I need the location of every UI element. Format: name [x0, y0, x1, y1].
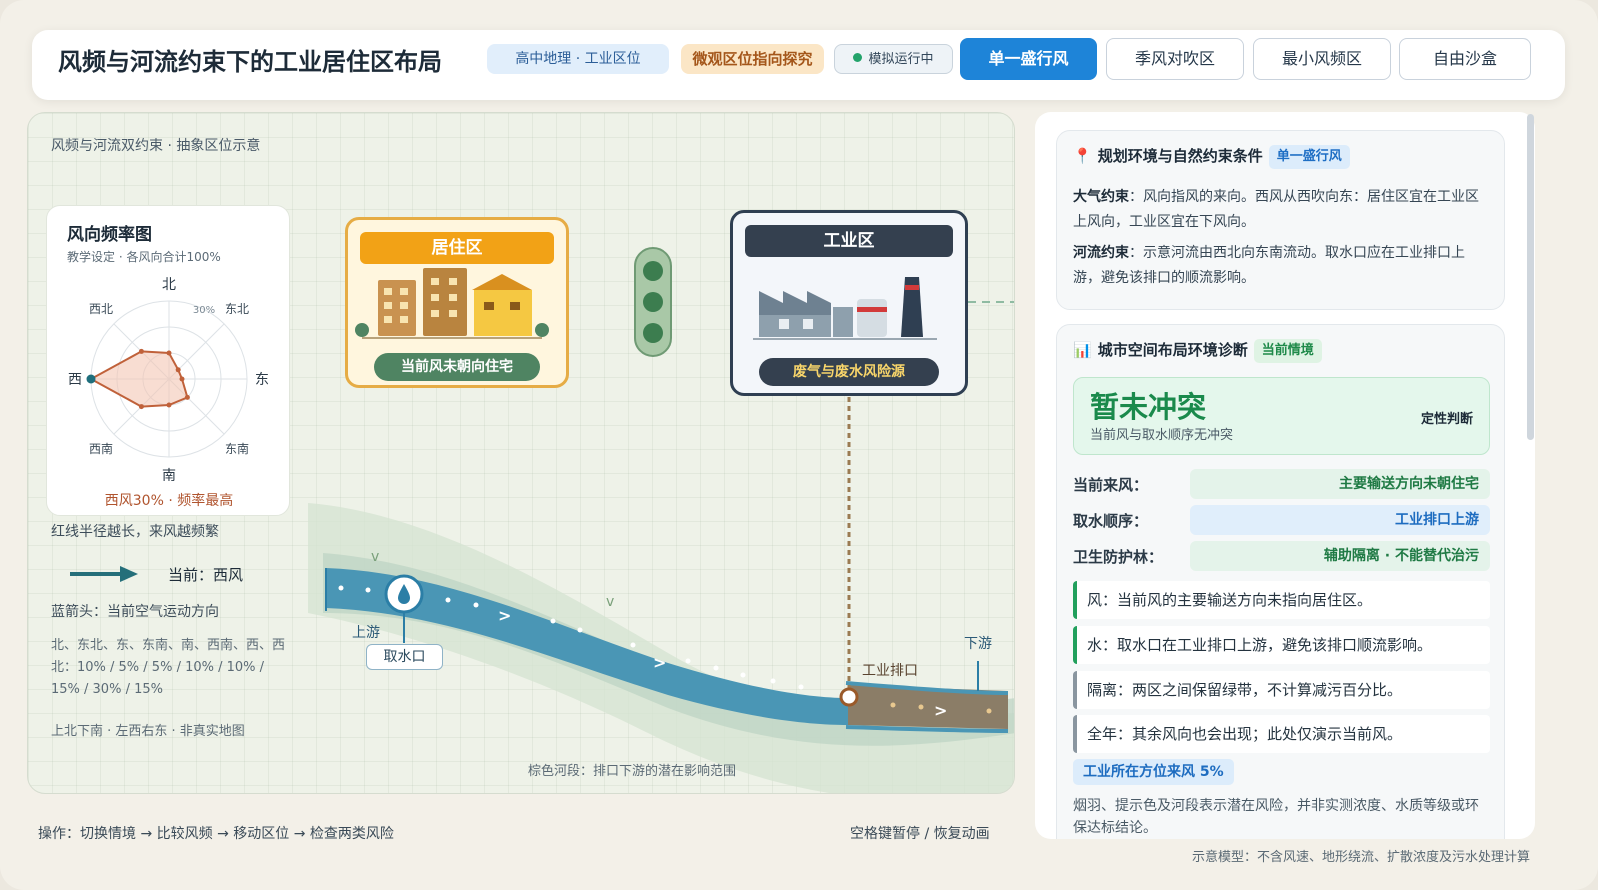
status-text: 模拟运行中: [868, 52, 934, 67]
tab-sandbox[interactable]: 自由沙盒: [1399, 38, 1531, 80]
rose-point-西: [86, 374, 96, 384]
wind-arrow-icon: [70, 566, 138, 582]
outfall-label: 工业排口: [862, 663, 918, 679]
forest-row-label: 卫生防护林：: [1073, 548, 1164, 566]
tab-single-wind[interactable]: 单一盛行风: [960, 38, 1097, 80]
rose-label-西: 西: [68, 372, 82, 388]
rose-shape: [88, 350, 189, 408]
info-panel[interactable]: 📍 规划环境与自然约束条件 单一盛行风 大气约束：风向指风的来向。西风从西吹向东：居…: [1035, 112, 1535, 839]
top-bar: 风频与河流约束下的工业居住区布局 高中地理 · 工业区位 微观区位指向探究 模拟…: [32, 30, 1565, 100]
bar-chart-icon: 📊: [1073, 341, 1092, 359]
wind-row-label: 当前来风：: [1073, 476, 1149, 494]
grass-icon: v: [606, 594, 614, 610]
grass-icon: v: [371, 549, 379, 565]
diagnosis-point-water: 水：取水口在工业排口上游，避免该排口顺流影响。: [1073, 626, 1490, 664]
residential-tag: 当前风未朝向住宅: [374, 353, 540, 381]
upstream-label: 上游: [352, 625, 380, 641]
rose-point-西南: [138, 404, 144, 410]
status-badge: 模拟运行中: [834, 44, 953, 74]
operation-hint: 操作：切换情境 → 比较风频 → 移动区位 → 检查两类风险: [38, 826, 394, 842]
context-badge: 当前情境: [1253, 339, 1322, 363]
orientation-note: 上北下南 · 左西右东 · 非真实地图: [51, 724, 245, 739]
page-title: 风频与河流约束下的工业居住区布局: [58, 48, 442, 76]
river-constraint: 河流约束：示意河流由西北向东南流动。取水口应在工业排口上游，避免该排口的顺流影响…: [1073, 245, 1465, 286]
downstream-label: 下游: [964, 636, 992, 652]
model-note: 示意模型：不含风速、地形绕流、扩散浓度及污水处理计算: [1192, 850, 1531, 865]
diagnosis-section: 📊 城市空间布局环境诊断 当前情境 暂未冲突 当前风与取水顺序无冲突 定性判断 当前…: [1056, 324, 1505, 839]
risk-disclaimer: 烟羽、提示色及河段表示潜在风险，并非实测浓度、水质等级或环保达标结论。: [1073, 798, 1479, 836]
pin-icon: 📍: [1073, 147, 1092, 165]
panel-scrollbar[interactable]: [1527, 114, 1534, 440]
forest-row-value: 辅助隔离 · 不能替代治污: [1190, 541, 1490, 571]
rose-label-西南: 西南: [89, 441, 113, 456]
rose-label-西北: 西北: [89, 302, 113, 316]
scenario-badge: 单一盛行风: [1268, 145, 1350, 169]
industrial-label: 工业区: [745, 225, 953, 257]
green-belt-icon[interactable]: [633, 246, 673, 358]
rose-point-东南: [184, 394, 190, 400]
rose-point-北: [166, 350, 172, 356]
wind-rose-footer: 西风30% · 频率最高: [104, 493, 234, 509]
industrial-freq-chip: 工业所在方位来风 5%: [1073, 759, 1234, 785]
diagnosis-point-buffer: 隔离：两区之间保留绿带，不计算减污百分比。: [1073, 671, 1490, 709]
rose-note: 红线半径越长，来风越频繁: [51, 524, 219, 540]
residential-buildings-icon: [355, 268, 549, 339]
residential-zone[interactable]: 居住区 当前风未朝向住宅: [345, 217, 569, 388]
verdict-tag: 定性判断: [1420, 412, 1473, 427]
diagnosis-point-annual: 全年：其余风向也会出现；此处仅演示当前风。: [1073, 715, 1490, 753]
tab-min-freq[interactable]: 最小风频区: [1253, 38, 1391, 80]
river-caption: 棕色河段：排口下游的潜在影响范围: [528, 764, 737, 779]
outfall-icon[interactable]: [839, 687, 859, 707]
wind-rose-subtitle: 教学设定 · 各风向合计100%: [67, 250, 221, 264]
subject-chip: 高中地理 · 工业区位: [487, 44, 669, 74]
diagnosis-point-wind: 风：当前风的主要输送方向未指向居住区。: [1073, 581, 1490, 619]
intake-row-value: 工业排口上游: [1190, 505, 1490, 535]
arrow-note: 蓝箭头：当前空气运动方向: [51, 604, 219, 620]
flow-arrow-icon: >: [498, 606, 511, 625]
simulation-canvas[interactable]: 风频与河流双约束 · 抽象区位示意 > > > v v 上游 下游 取水口 工业…: [27, 112, 1015, 794]
flow-arrow-icon: >: [934, 701, 947, 720]
verdict-subtitle: 当前风与取水顺序无冲突: [1090, 428, 1234, 443]
topic-chip: 微观区位指向探究: [681, 44, 824, 74]
intake-row-label: 取水顺序：: [1073, 512, 1149, 530]
verdict-box: 暂未冲突 当前风与取水顺序无冲突 定性判断: [1073, 377, 1490, 455]
rose-point-东: [179, 376, 185, 382]
rose-point-西北: [138, 348, 144, 354]
wind-rose-title: 风向频率图: [67, 225, 152, 245]
factory-icon: [753, 277, 937, 340]
industrial-zone[interactable]: 工业区 废气与废水风险源: [730, 210, 968, 396]
current-wind: 当前：西风: [168, 566, 244, 584]
environment-section: 📍 规划环境与自然约束条件 单一盛行风 大气约束：风向指风的来向。西风从西吹向东：居…: [1056, 130, 1505, 310]
rose-label-东北: 东北: [225, 302, 249, 316]
verdict-text: 暂未冲突: [1090, 390, 1207, 424]
wind-rose-card: 风向频率图 教学设定 · 各风向合计100% 北东北东东南南 西南 西 西北 30% 西…: [46, 205, 290, 516]
residential-label: 居住区: [360, 232, 554, 264]
industrial-tag: 废气与废水风险源: [759, 358, 939, 386]
diagnosis-title: 📊 城市空间布局环境诊断 当前情境: [1073, 339, 1322, 363]
wind-row-value: 主要输送方向未朝住宅: [1190, 469, 1490, 499]
rose-point-东北: [175, 367, 181, 373]
rose-point-南: [166, 402, 172, 408]
wind-rose-chart: 北东北东东南南 西南 西 西北 30%: [68, 277, 269, 484]
environment-title: 📍 规划环境与自然约束条件 单一盛行风: [1073, 145, 1350, 169]
rose-ring-label: 30%: [193, 305, 215, 316]
intake-label: 取水口: [366, 644, 443, 670]
rose-label-北: 北: [162, 277, 176, 293]
frequency-text: 北、东北、东、东南、南、西南、西、西北：10% / 5% / 5% / 10% …: [51, 638, 286, 697]
rose-label-东: 东: [255, 372, 269, 388]
pause-hint: 空格键暂停 / 恢复动画: [850, 826, 990, 842]
rose-label-南: 南: [162, 468, 176, 484]
tab-monsoon[interactable]: 季风对吹区: [1106, 38, 1244, 80]
flow-arrow-icon: >: [653, 653, 666, 672]
atmosphere-constraint: 大气约束：风向指风的来向。西风从西吹向东：居住区宜在工业区上风向，工业区宜在下风…: [1073, 189, 1479, 230]
rose-label-东南: 东南: [225, 441, 249, 456]
status-dot-icon: [853, 53, 863, 62]
